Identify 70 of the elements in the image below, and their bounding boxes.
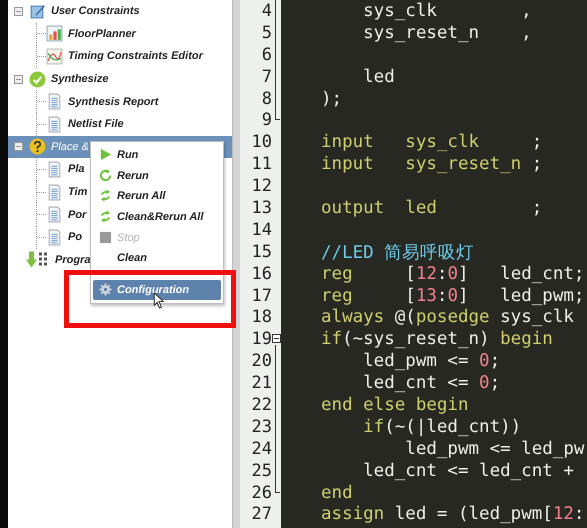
line-number: 25 xyxy=(250,460,272,481)
code-token: 13 xyxy=(416,286,437,306)
line-number: 24 xyxy=(250,438,272,459)
line-number: 15 xyxy=(250,242,272,262)
code-token: @( xyxy=(394,307,416,328)
code-token: 12 xyxy=(416,264,437,284)
line-number: 10 xyxy=(250,132,272,152)
line-number: 12 xyxy=(250,176,272,196)
code-token: (~(|led_cnt)) xyxy=(384,416,522,437)
code-token: : xyxy=(436,286,448,306)
code-token: //LED 简易呼吸灯 xyxy=(321,242,474,263)
line-number: 11 xyxy=(250,154,272,174)
line-number: 16 xyxy=(250,264,272,284)
line-number: 14 xyxy=(250,220,272,240)
line-number: 4 xyxy=(260,0,272,21)
code-token: reg xyxy=(321,286,354,306)
code-token: : xyxy=(436,264,448,284)
code-token: posedge xyxy=(416,307,491,328)
line-number: 23 xyxy=(250,416,272,437)
code-token: 0 xyxy=(447,286,458,306)
code-token: 0 xyxy=(479,373,490,394)
code-token: output led xyxy=(321,198,438,218)
code-token: assign xyxy=(321,504,386,524)
code-token: (~sys_reset_n) xyxy=(342,329,491,350)
code-token: reg xyxy=(321,264,354,284)
code-token: led_cnt <= led_cnt + xyxy=(362,460,574,481)
line-number: 7 xyxy=(260,66,272,87)
line-number: 22 xyxy=(250,394,272,415)
code-token: sys_reset_n , xyxy=(362,22,532,43)
line-number: 20 xyxy=(250,351,272,372)
code-token: input sys_clk xyxy=(321,132,480,152)
code-token: if xyxy=(321,329,342,350)
line-number: 17 xyxy=(250,286,272,306)
code-token: [ xyxy=(405,264,416,284)
code-token: always xyxy=(321,307,386,328)
code-token: 12 xyxy=(552,504,574,524)
code-token: ); xyxy=(321,88,342,108)
code-token: led xyxy=(362,66,395,87)
line-number: 8 xyxy=(260,88,272,108)
line-number: 19 xyxy=(250,329,272,350)
code-token: input sys_reset_n xyxy=(321,154,522,174)
code-token: led_pwm <= xyxy=(362,351,470,372)
line-number: 18 xyxy=(250,307,272,328)
code-token: [ xyxy=(405,286,416,306)
line-number: 6 xyxy=(260,44,272,65)
code-token: : xyxy=(574,504,584,524)
code-token: end xyxy=(321,482,353,503)
code-token: ] led_pwm; xyxy=(458,286,584,306)
line-number: 26 xyxy=(250,482,272,503)
code-token: if xyxy=(362,416,384,437)
code-token: ; xyxy=(490,351,500,372)
code-token: led = (led_pwm[ xyxy=(394,504,553,524)
code-token: led_pwm <= led_pw xyxy=(404,438,584,459)
code-token: 0 xyxy=(447,264,458,284)
code-token: end else begin xyxy=(321,394,469,415)
code-token: ; xyxy=(532,198,542,218)
code-token: led_cnt <= xyxy=(362,373,470,394)
code-token: ; xyxy=(532,132,542,152)
code-token: ; xyxy=(490,373,500,394)
line-number: 27 xyxy=(250,504,272,524)
code-token: sys_clk , xyxy=(362,0,532,21)
line-number: 21 xyxy=(250,373,272,394)
code-token: ; xyxy=(532,154,542,174)
code-token: sys_clk xyxy=(500,307,574,328)
line-number: 5 xyxy=(260,22,272,43)
code-token: 0 xyxy=(479,351,490,372)
line-number: 13 xyxy=(250,198,272,218)
line-number: 9 xyxy=(260,110,272,130)
code-token: ] led_cnt; xyxy=(458,264,584,284)
code-token: begin xyxy=(500,329,553,350)
